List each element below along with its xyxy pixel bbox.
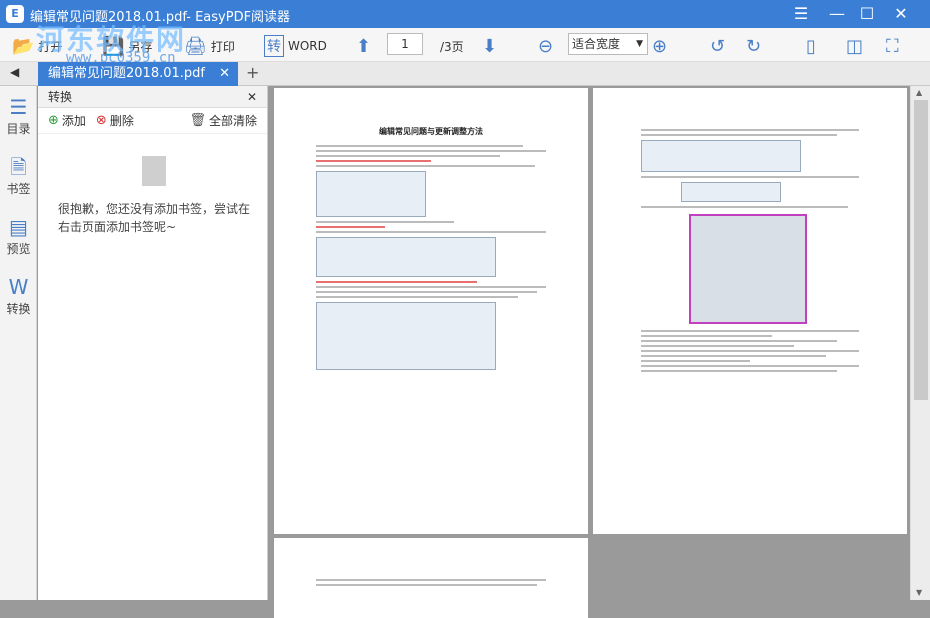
single-page-icon: ▯ [806,35,816,57]
convert-icon: W [8,275,29,299]
empty-message: 很抱歉，您还没有添加书签，尝试在右击页面添加书签呢~ [58,202,251,234]
open-label: 打开 [38,39,63,54]
page-body [316,145,546,370]
folder-icon: 📂 [12,35,35,57]
page-screenshot [316,302,496,370]
rotate-right-icon: ↻ [746,35,762,57]
two-page-button[interactable]: ◫ [846,35,867,57]
close-button[interactable]: ✕ [890,4,912,24]
single-page-button[interactable]: ▯ [806,35,820,57]
preview-icon: ▤ [9,215,28,239]
zoom-in-button[interactable]: ⊕ [652,35,671,57]
zoom-in-icon: ⊕ [652,35,668,57]
clear-all-label: 全部清除 [208,114,257,128]
page-screenshot [316,171,426,217]
scroll-up-icon[interactable]: ▲ [916,88,922,97]
delete-button[interactable]: ⊗ 删除 [96,112,134,129]
clear-all-button[interactable]: 🗑 全部清除 [189,112,257,129]
rail-label: 目录 [6,122,31,136]
panel-toggle-button[interactable]: ◀ [10,65,19,79]
rail-label: 预览 [6,242,31,256]
rail-item-outline[interactable]: ☰ 目录 [0,94,37,137]
empty-bookmark-icon [142,156,166,186]
menu-button[interactable]: ☰ [790,4,812,24]
add-label: 添加 [61,114,86,128]
panel-title: 转换 [48,90,73,104]
rail-item-convert[interactable]: W 转换 [0,274,37,317]
print-icon: 🖨 [184,35,207,57]
rotate-left-button[interactable]: ↺ [710,35,729,57]
scroll-thumb[interactable] [914,100,928,400]
document-tab[interactable]: 编辑常见问题2018.01.pdf ✕ [38,62,238,86]
fullscreen-icon: ⛶ [886,35,899,57]
chevron-down-icon: ▼ [636,39,643,49]
pdf-page-3 [274,538,588,618]
toolbar: 📂 打开 💾 另存 🖨 打印 转 WORD ⬆ /3页 ⬇ ⊖ ⊕ ↺ ↻ ▯ … [0,28,930,62]
page-number-input[interactable]: 1 [387,33,423,55]
minimize-button[interactable]: — [826,4,848,24]
page-screenshot [641,140,801,172]
print-label: 打印 [210,39,235,54]
pdf-page-1: 编辑常见问题与更新调整方法 [274,88,588,534]
save-as-button[interactable]: 💾 另存 [102,35,153,57]
zoom-value: 适合宽度 [572,37,621,51]
title-bar: E 编辑常见问题2018.01.pdf- EasyPDF阅读器 ☰ — ☐ ✕ [0,0,930,28]
rail-label: 转换 [6,302,31,316]
side-panel: 转换 ✕ ⊕ 添加 ⊗ 删除 🗑 全部清除 很抱歉，您还没有添加书签，尝试在右击页面添… [38,86,268,600]
save-icon: 💾 [102,35,125,57]
rotate-right-button[interactable]: ↻ [746,35,765,57]
left-rail: ☰ 目录 🗎 书签 ▤ 预览 W 转换 [0,86,37,600]
open-button[interactable]: 📂 打开 [12,35,63,57]
word-convert-icon: 转 [264,35,284,57]
word-label: WORD [288,39,327,53]
rail-item-preview[interactable]: ▤ 预览 [0,214,37,257]
pdf-page-2 [593,88,907,534]
rail-item-bookmark[interactable]: 🗎 书签 [0,154,37,197]
word-button[interactable]: 转 WORD [264,35,327,57]
zoom-select[interactable]: 适合宽度 ▼ [568,33,648,55]
page-screenshot [316,237,496,277]
two-page-icon: ◫ [846,35,864,57]
rotate-left-icon: ↺ [710,35,726,57]
arrow-up-icon: ⬆ [356,35,372,57]
cursor-screenshot [689,214,807,324]
panel-header: 转换 ✕ [38,86,267,108]
maximize-button[interactable]: ☐ [856,4,878,24]
page-screenshot [681,182,781,202]
next-page-button[interactable]: ⬇ [482,35,501,57]
delete-icon: ⊗ [95,113,107,128]
panel-actions: ⊕ 添加 ⊗ 删除 🗑 全部清除 [38,108,267,134]
fullscreen-button[interactable]: ⛶ [886,35,903,57]
zoom-out-button[interactable]: ⊖ [538,35,557,57]
delete-label: 删除 [109,114,134,128]
tab-label: 编辑常见问题2018.01.pdf [48,66,205,81]
arrow-down-icon: ⬇ [482,35,498,57]
tab-bar: ◀ 编辑常见问题2018.01.pdf ✕ + [0,62,930,86]
page-heading: 编辑常见问题与更新调整方法 [379,127,483,136]
new-tab-button[interactable]: + [246,63,259,82]
zoom-out-icon: ⊖ [538,35,554,57]
app-logo: E [6,5,24,23]
plus-icon: ⊕ [48,113,59,128]
add-button[interactable]: ⊕ 添加 [48,112,86,129]
bookmark-icon: 🗎 [10,155,27,179]
rail-label: 书签 [6,182,31,196]
outline-icon: ☰ [9,95,28,119]
window-title: 编辑常见问题2018.01.pdf- EasyPDF阅读器 [30,10,291,25]
scroll-down-icon[interactable]: ▼ [916,588,922,597]
save-label: 另存 [128,39,153,54]
prev-page-button[interactable]: ⬆ [356,35,375,57]
document-viewer[interactable]: 编辑常见问题与更新调整方法 [269,86,909,618]
panel-close-icon[interactable]: ✕ [247,86,257,108]
print-button[interactable]: 🖨 打印 [184,35,235,57]
trash-icon: 🗑 [189,113,206,128]
tab-close-icon[interactable]: ✕ [219,62,230,86]
vertical-scrollbar[interactable]: ▲ ▼ [910,86,930,600]
page-total: /3页 [440,39,464,54]
